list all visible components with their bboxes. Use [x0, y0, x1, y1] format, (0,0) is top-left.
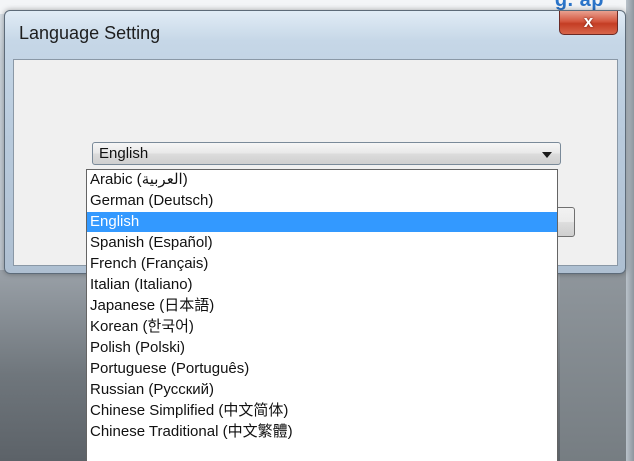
language-option-korean[interactable]: Korean (한국어): [87, 317, 557, 337]
language-option-german[interactable]: German (Deutsch): [87, 191, 557, 211]
language-option-polish[interactable]: Polish (Polski): [87, 338, 557, 358]
language-options-list[interactable]: Arabic (العربية) German (Deutsch) Englis…: [86, 169, 558, 461]
language-option-italian[interactable]: Italian (Italiano): [87, 275, 557, 295]
language-dropdown[interactable]: English: [92, 142, 561, 165]
close-icon: x: [583, 12, 594, 31]
close-button[interactable]: x: [559, 11, 618, 35]
background-right-edge: [626, 0, 634, 461]
language-option-russian[interactable]: Russian (Русский): [87, 380, 557, 400]
chevron-down-icon[interactable]: [542, 152, 552, 158]
background-lower-right: [560, 270, 634, 461]
language-option-chinese-simplified[interactable]: Chinese Simplified (中文简体): [87, 401, 557, 421]
language-option-chinese-traditional[interactable]: Chinese Traditional (中文繁體): [87, 422, 557, 442]
language-option-french[interactable]: French (Français): [87, 254, 557, 274]
language-option-japanese[interactable]: Japanese (日本語): [87, 296, 557, 316]
language-option-english[interactable]: English: [87, 212, 557, 232]
language-option-portuguese[interactable]: Portuguese (Português): [87, 359, 557, 379]
language-option-spanish[interactable]: Spanish (Español): [87, 233, 557, 253]
language-dropdown-value: English: [99, 145, 149, 162]
dialog-title: Language Setting: [19, 23, 161, 43]
language-option-arabic[interactable]: Arabic (العربية): [87, 170, 557, 190]
